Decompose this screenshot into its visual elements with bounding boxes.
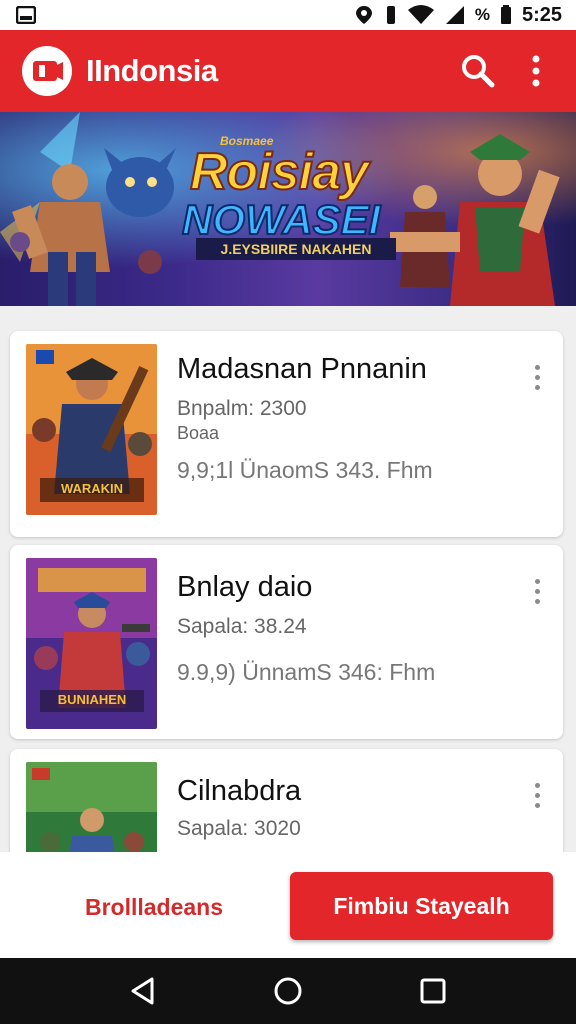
battery-icon bbox=[500, 5, 511, 24]
game-title: Bnlay daio bbox=[177, 571, 313, 603]
game-meta: 9,9;1l ÜnaomS 343. Fhm bbox=[177, 457, 433, 483]
game-title: Cilnabdra bbox=[177, 775, 302, 807]
back-icon bbox=[131, 977, 154, 1005]
search-button[interactable] bbox=[454, 47, 502, 95]
status-bar: % 5:25 bbox=[0, 0, 576, 30]
recents-icon bbox=[420, 978, 446, 1004]
game-thumbnail-caption: WARAKIN bbox=[60, 481, 124, 496]
game-info-line: Sapala: 38.24 bbox=[177, 615, 307, 638]
game-thumbnail-caption: BUNIAHEN bbox=[57, 692, 127, 707]
more-vert-icon[interactable] bbox=[525, 775, 549, 815]
more-vert-icon[interactable] bbox=[525, 357, 549, 397]
game-info-line: Bnpalm: 2300 bbox=[177, 397, 307, 420]
home-button[interactable] bbox=[258, 966, 318, 1016]
system-nav-bar bbox=[0, 958, 576, 1024]
app-title: IIndonsia bbox=[86, 53, 218, 88]
featured-banner[interactable]: Bosmaee Roisiay NOWASEI J.EYSBIIRE NAKAH… bbox=[0, 112, 576, 306]
notification-icon bbox=[16, 6, 36, 24]
more-options-button[interactable] bbox=[512, 47, 560, 95]
app-logo-icon[interactable] bbox=[22, 46, 72, 96]
status-time: 5:25 bbox=[521, 3, 562, 26]
location-icon bbox=[355, 6, 372, 24]
signal-icon bbox=[445, 6, 464, 24]
banner-title-line1: Roisiay bbox=[189, 142, 370, 202]
game-meta: 9.9,9) ÜnnamS 346: Fhm bbox=[177, 659, 436, 685]
banner-title-line2: NOWASEI bbox=[181, 195, 381, 244]
search-icon bbox=[462, 55, 495, 88]
vibrate-icon bbox=[386, 6, 395, 24]
bottom-action-bar: Brollladeans Fimbiu Stayealh bbox=[0, 852, 576, 958]
wifi-icon bbox=[407, 5, 434, 24]
banner-subtitle: J.EYSBIIRE NAKAHEN bbox=[196, 238, 396, 260]
battery-percent: % bbox=[474, 5, 490, 24]
primary-action-button[interactable]: Fimbiu Stayealh bbox=[290, 872, 553, 940]
game-title: Madasnan Pnnanin bbox=[177, 353, 427, 385]
more-vert-icon[interactable] bbox=[525, 571, 549, 611]
more-vert-icon bbox=[532, 55, 540, 87]
app-bar: IIndonsia bbox=[0, 30, 576, 112]
secondary-action-button[interactable]: Brollladeans bbox=[40, 874, 268, 940]
back-button[interactable] bbox=[113, 966, 173, 1016]
game-thumbnail: WARAKIN bbox=[26, 344, 157, 515]
game-card[interactable]: BUNIAHEN Bnlay daio Sapala: 38.24 9.9,9)… bbox=[10, 545, 563, 739]
home-icon bbox=[274, 977, 302, 1005]
game-thumbnail: BUNIAHEN bbox=[26, 558, 157, 729]
game-info-subline: Boaa bbox=[177, 423, 220, 443]
game-info-line: Sapala: 3020 bbox=[177, 817, 301, 840]
recents-button[interactable] bbox=[403, 966, 463, 1016]
game-card[interactable]: WARAKIN Madasnan Pnnanin Bnpalm: 2300 Bo… bbox=[10, 331, 563, 537]
